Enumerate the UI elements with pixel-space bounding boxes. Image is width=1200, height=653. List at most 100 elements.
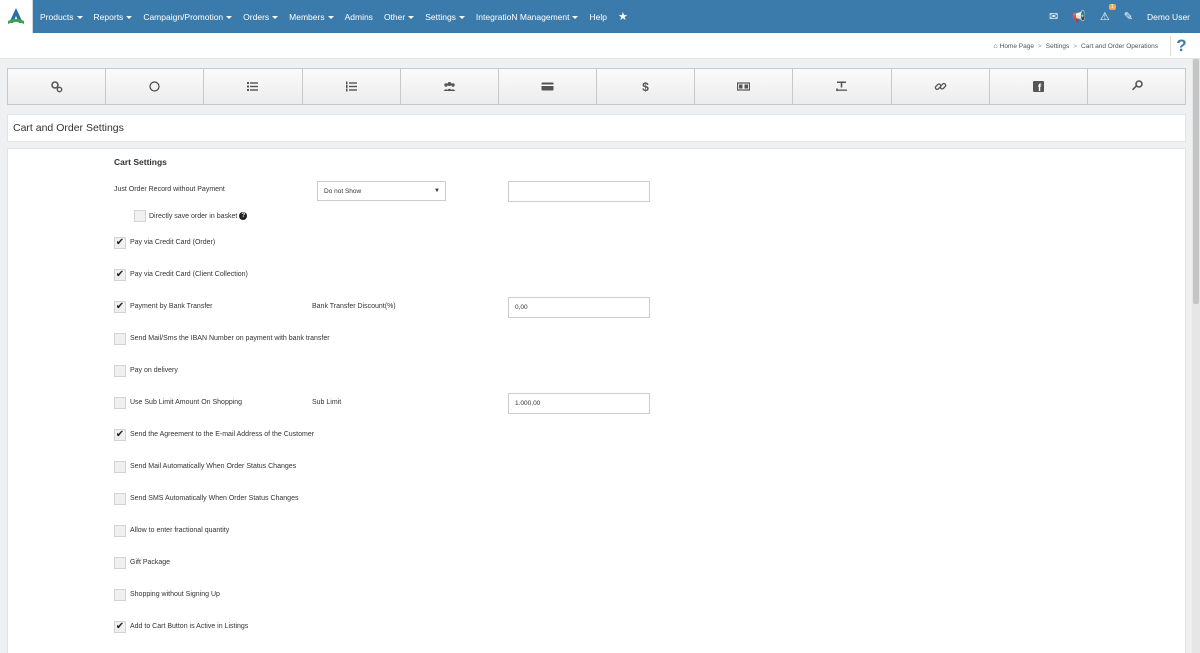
- caret-down-icon: [76, 15, 83, 19]
- breadcrumb-settings[interactable]: Settings: [1046, 43, 1070, 50]
- tab-money[interactable]: [695, 69, 794, 104]
- checkmark-icon: ✔: [115, 301, 125, 312]
- tab-credit-card[interactable]: [498, 69, 598, 104]
- allow-to-enter-fractional-quantity-label: Allow to enter fractional quantity: [130, 527, 230, 534]
- tab-dollar[interactable]: $: [597, 69, 696, 104]
- payment-by-bank-transfer-checkbox[interactable]: ✔: [114, 301, 126, 313]
- checkmark-icon: ✔: [115, 269, 125, 280]
- directly-save-label: Directly save order in basket?: [149, 212, 248, 220]
- menu-item-orders[interactable]: Orders: [243, 11, 279, 22]
- scrollbar[interactable]: [1192, 59, 1200, 653]
- menu-item-products[interactable]: Products: [40, 12, 83, 22]
- tab-circle[interactable]: [106, 69, 205, 104]
- payment-by-bank-transfer-field-label: Bank Transfer Discount(%): [312, 303, 396, 310]
- link-icon: [934, 82, 946, 91]
- cart-settings-title: Cart Settings: [114, 157, 167, 167]
- favorites-star-icon[interactable]: ★: [618, 10, 628, 23]
- menu-item-campaign-promotion[interactable]: Campaign/Promotion: [143, 12, 233, 22]
- pay-via-credit-card-order-checkbox[interactable]: ✔: [114, 237, 126, 249]
- pay-on-delivery-checkbox[interactable]: [114, 365, 126, 377]
- checkmark-icon: ✔: [115, 621, 125, 632]
- key-icon: [1131, 80, 1143, 91]
- messages-icon[interactable]: ✉: [1049, 10, 1058, 23]
- menu-item-label: Products: [40, 11, 74, 22]
- menu-item-label: Members: [289, 11, 325, 22]
- payment-by-bank-transfer-label: Payment by Bank Transfer: [130, 303, 213, 310]
- menu-item-help[interactable]: Help: [589, 12, 606, 22]
- just-order-select-value: Do not Show: [324, 187, 362, 195]
- menu-item-members[interactable]: Members: [289, 11, 334, 22]
- just-order-select[interactable]: Do not Show ▼: [317, 181, 446, 201]
- gift-package-checkbox[interactable]: [114, 557, 126, 569]
- tab-facebook[interactable]: f: [989, 69, 1088, 104]
- breadcrumb-bar: ⌂ Home Page > Settings > Cart and Order …: [0, 33, 1200, 59]
- top-navbar: Products Reports Campaign/Promotion Orders M…: [0, 0, 1200, 33]
- send-mail-sms-the-iban-number-on-payment-with-bank-transfer-label: Send Mail/Sms the IBAN Number on payment…: [130, 335, 330, 342]
- tab-list[interactable]: [204, 69, 303, 104]
- home-icon: ⌂: [993, 42, 998, 50]
- tab-link[interactable]: [891, 69, 990, 104]
- menu-item-label: Help: [589, 11, 607, 22]
- edit-icon[interactable]: ✎: [1124, 10, 1133, 23]
- menu-item-label: Other: [383, 11, 406, 22]
- text-format-icon: [836, 81, 848, 92]
- pay-via-credit-card-client-collection-checkbox[interactable]: ✔: [114, 269, 126, 281]
- tab-users[interactable]: [400, 69, 499, 104]
- announcement-icon[interactable]: 📢: [1072, 10, 1086, 23]
- warning-icon[interactable]: ⚠ 1: [1100, 4, 1116, 23]
- question-circle-icon[interactable]: ?: [239, 212, 248, 220]
- gift-package-label: Gift Package: [130, 559, 171, 566]
- send-mail-automatically-when-order-status-changes-checkbox[interactable]: [114, 461, 126, 473]
- send-mail-automatically-when-order-status-changes-label: Send Mail Automatically When Order Statu…: [130, 463, 297, 470]
- user-menu[interactable]: Demo User: [1147, 12, 1190, 22]
- send-mail-sms-the-iban-number-on-payment-with-bank-transfer-checkbox[interactable]: [114, 333, 126, 345]
- directly-save-checkbox[interactable]: [134, 210, 146, 222]
- allow-to-enter-fractional-quantity-checkbox[interactable]: [114, 525, 126, 537]
- logo[interactable]: [0, 0, 33, 33]
- tab-gears[interactable]: [8, 69, 107, 104]
- use-sub-limit-amount-on-shopping-input[interactable]: 1.000,00: [508, 393, 650, 414]
- svg-text:$: $: [642, 80, 649, 93]
- menu-item-admins[interactable]: Admins: [345, 12, 373, 22]
- main-menu: Products Reports Campaign/Promotion Orders M…: [40, 0, 628, 33]
- just-order-label: Just Order Record without Payment: [114, 186, 225, 193]
- scrollbar-thumb[interactable]: [1193, 59, 1199, 304]
- caret-down-icon: [126, 15, 133, 19]
- use-sub-limit-amount-on-shopping-checkbox[interactable]: [114, 397, 126, 409]
- breadcrumb-home[interactable]: Home Page: [1000, 43, 1034, 50]
- use-sub-limit-amount-on-shopping-field-label: Sub Limit: [312, 399, 342, 406]
- top-right-actions: ✉ 📢 ⚠ 1 ✎ Demo User: [1035, 0, 1190, 33]
- list-icon: [247, 82, 259, 91]
- directly-save-text: Directly save order in basket: [149, 212, 238, 220]
- users-icon: [443, 82, 456, 91]
- shopping-without-signing-up-checkbox[interactable]: [114, 589, 126, 601]
- tab-key[interactable]: [1087, 69, 1186, 104]
- send-sms-automatically-when-order-status-changes-checkbox[interactable]: [114, 493, 126, 505]
- breadcrumb: ⌂ Home Page > Settings > Cart and Order …: [993, 33, 1158, 59]
- tab-text-format[interactable]: [793, 69, 892, 104]
- pay-on-delivery-label: Pay on delivery: [130, 367, 178, 374]
- menu-item-label: Admins: [344, 11, 373, 22]
- facebook-icon: f: [1032, 81, 1044, 93]
- payment-by-bank-transfer-input[interactable]: 0,00: [508, 297, 650, 318]
- menu-item-label: Settings: [425, 11, 456, 22]
- help-button[interactable]: ?: [1170, 36, 1192, 56]
- just-order-input[interactable]: [508, 181, 650, 202]
- breadcrumb-separator: >: [1037, 42, 1042, 50]
- menu-item-other[interactable]: Other: [383, 11, 415, 22]
- tab-ordered-list[interactable]: [302, 69, 401, 104]
- caret-down-icon: [408, 15, 415, 19]
- menu-item-settings[interactable]: Settings: [425, 12, 465, 22]
- caret-down-icon: [458, 15, 465, 19]
- shopping-without-signing-up-label: Shopping without Signing Up: [130, 591, 220, 598]
- add-to-cart-button-is-active-in-listings-checkbox[interactable]: ✔: [114, 621, 126, 633]
- menu-item-reports[interactable]: Reports: [94, 12, 133, 22]
- menu-item-integration-management[interactable]: IntegratioN Management: [476, 12, 579, 22]
- checkmark-icon: ✔: [115, 429, 125, 440]
- ordered-list-icon: [345, 81, 357, 92]
- use-sub-limit-amount-on-shopping-label: Use Sub Limit Amount On Shopping: [130, 399, 243, 406]
- gears-icon: [51, 81, 63, 93]
- dropdown-arrow-icon: ▼: [434, 188, 440, 194]
- send-the-agreement-to-the-e-mail-address-of-the-customer-checkbox[interactable]: ✔: [114, 429, 126, 441]
- menu-item-label: Orders: [243, 11, 270, 22]
